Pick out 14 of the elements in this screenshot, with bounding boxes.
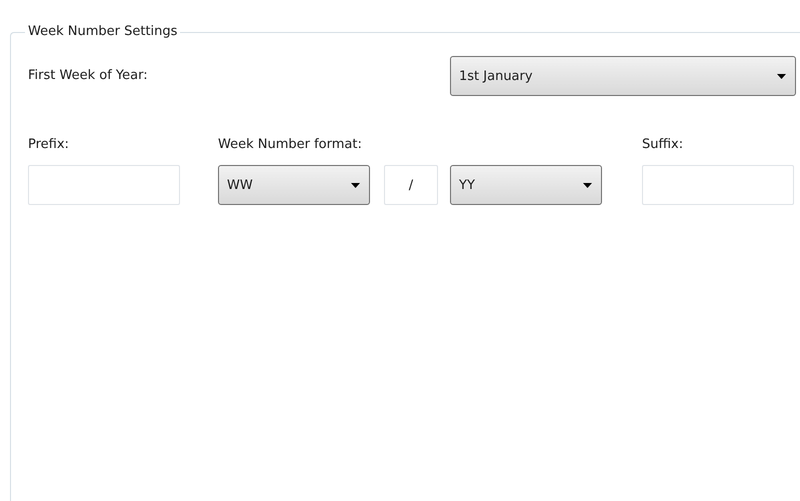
suffix-label: Suffix: (642, 136, 684, 154)
group-title: Week Number Settings (25, 23, 180, 41)
prefix-label: Prefix: (28, 136, 70, 154)
prefix-field[interactable] (28, 165, 180, 205)
caret-icon (351, 182, 360, 188)
first-week-label: First Week of Year: (28, 67, 149, 85)
caret-icon (583, 182, 592, 188)
caret-icon (777, 74, 786, 78)
year-dropdown[interactable]: YY (450, 165, 602, 205)
week-number-format-label: Week Number format: (218, 136, 363, 154)
suffix-field[interactable] (642, 165, 794, 205)
separator-field[interactable]: / (384, 165, 438, 205)
week-dropdown[interactable]: WW (218, 165, 370, 205)
first-week-dropdown[interactable]: 1st January (450, 56, 796, 96)
